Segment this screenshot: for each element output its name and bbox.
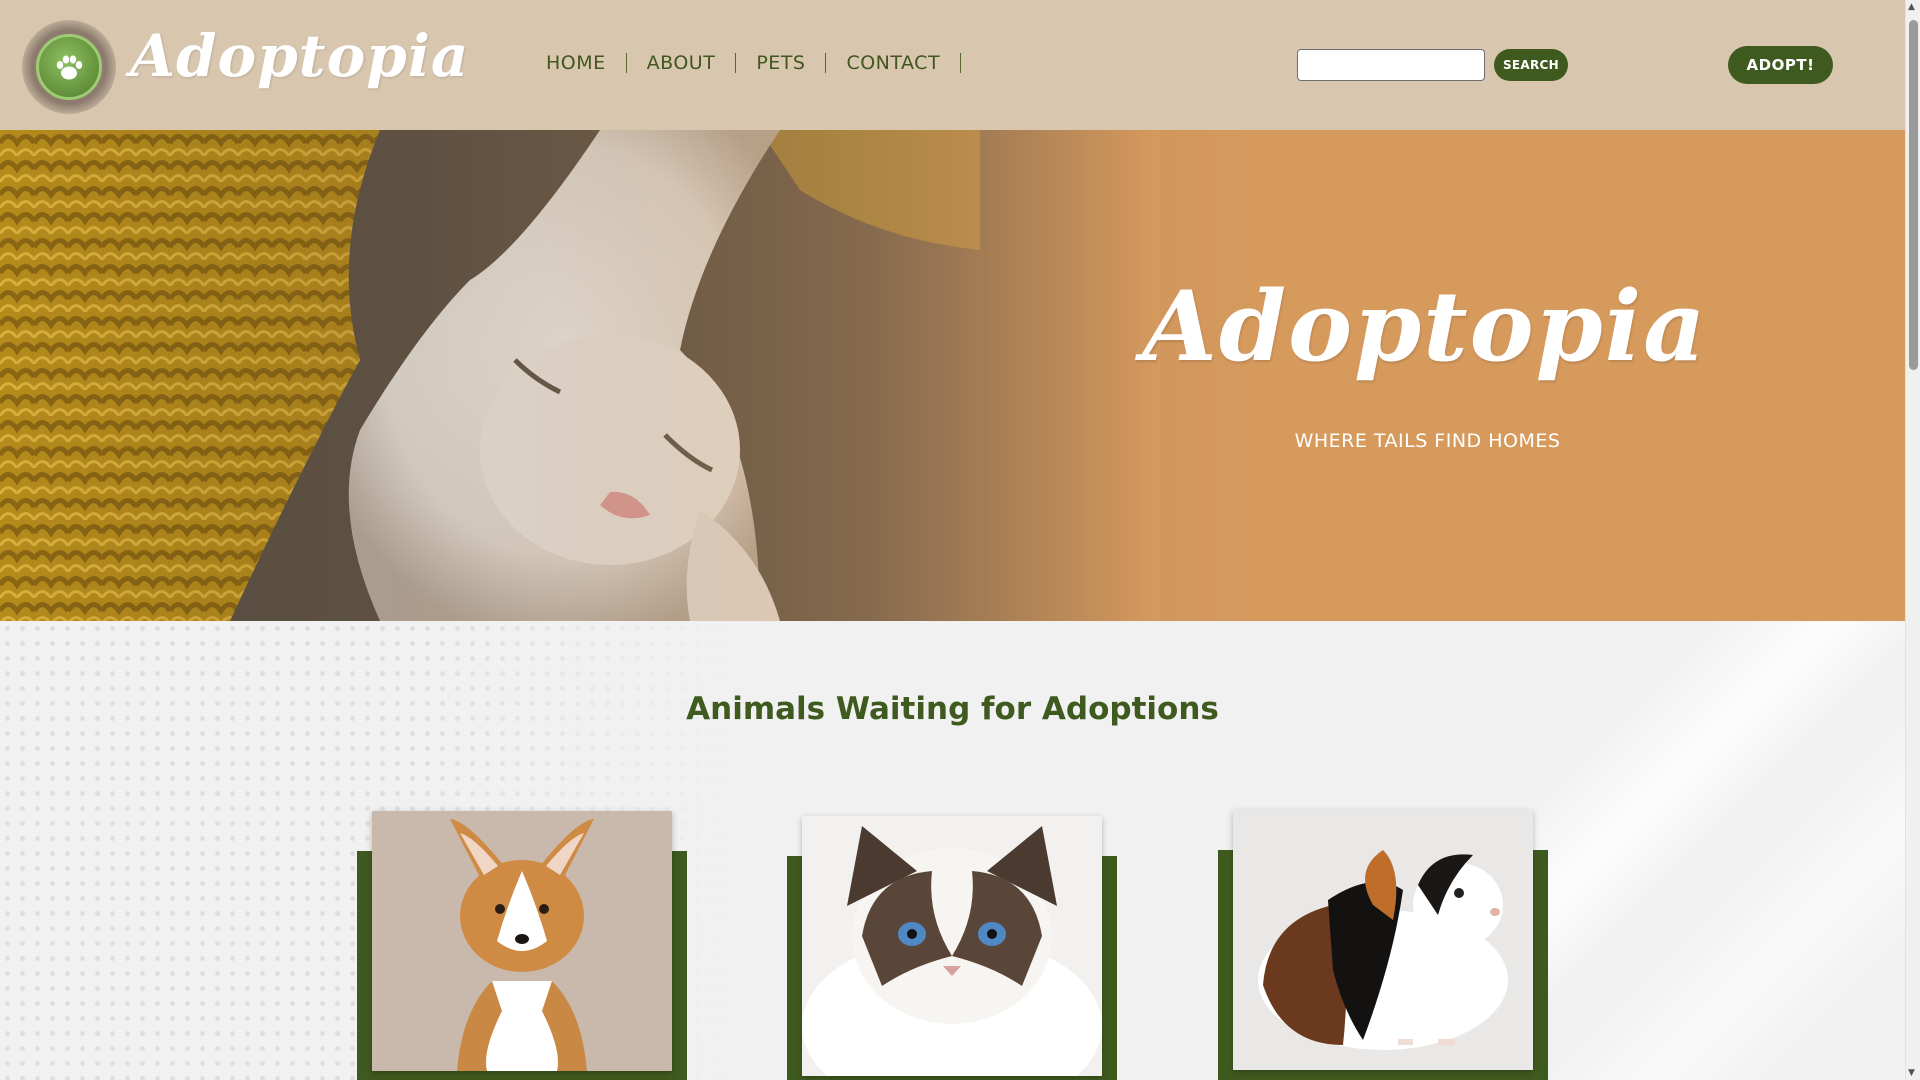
pet-card-guinea-pig[interactable] bbox=[1218, 810, 1548, 1080]
scroll-up-arrow-icon[interactable]: ▲ bbox=[1908, 2, 1915, 12]
guinea-pig-photo[interactable] bbox=[1233, 810, 1533, 1070]
pet-card-corgi[interactable] bbox=[357, 811, 687, 1080]
listings-section: Animals Waiting for Adoptions bbox=[0, 621, 1905, 1080]
ragdoll-cat-photo[interactable] bbox=[802, 816, 1102, 1076]
main-nav: HOME ABOUT PETS CONTACT bbox=[526, 53, 962, 73]
scroll-down-arrow-icon[interactable]: ▼ bbox=[1908, 1068, 1915, 1078]
section-title: Animals Waiting for Adoptions bbox=[686, 691, 1219, 727]
search-input[interactable] bbox=[1297, 49, 1485, 81]
logo-badge[interactable] bbox=[22, 20, 116, 114]
search-button[interactable]: SEARCH bbox=[1494, 49, 1568, 81]
hero-subtitle: WHERE TAILS FIND HOMES bbox=[1294, 430, 1561, 452]
hero-banner: Adoptopia WHERE TAILS FIND HOMES bbox=[0, 130, 1905, 621]
pet-card-cat[interactable] bbox=[787, 816, 1117, 1080]
nav-item-pets[interactable]: PETS bbox=[736, 53, 827, 73]
brand-logo-text[interactable]: Adoptopia bbox=[130, 22, 469, 90]
page-scrollbar[interactable]: ▲ ▼ bbox=[1905, 0, 1920, 1080]
hero-title: Adoptopia bbox=[1142, 270, 1708, 383]
paw-icon bbox=[36, 34, 102, 100]
corgi-puppy-photo[interactable] bbox=[372, 811, 672, 1071]
nav-item-home[interactable]: HOME bbox=[526, 53, 627, 73]
scrollbar-thumb[interactable] bbox=[1909, 20, 1918, 370]
nav-item-contact[interactable]: CONTACT bbox=[826, 53, 962, 73]
nav-item-about[interactable]: ABOUT bbox=[627, 53, 737, 73]
adopt-button[interactable]: ADOPT! bbox=[1728, 46, 1833, 84]
site-header: Adoptopia HOME ABOUT PETS CONTACT SEARCH… bbox=[0, 0, 1905, 130]
hero-cat-image bbox=[0, 130, 1160, 621]
